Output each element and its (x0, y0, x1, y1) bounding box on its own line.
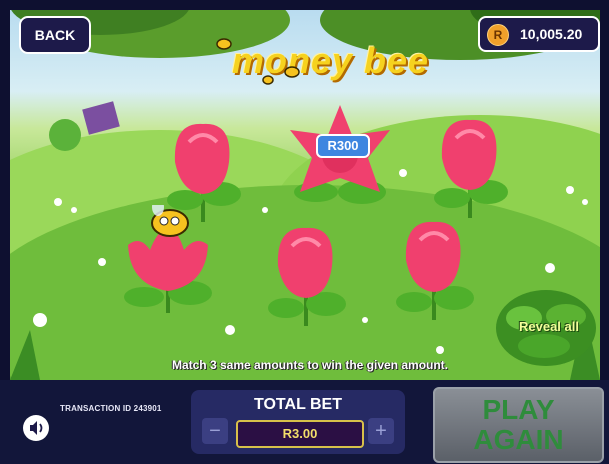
currency-coin-icon: R (487, 24, 509, 46)
decrease-bet-button[interactable]: − (202, 418, 228, 444)
instruction-text: Match 3 same amounts to win the given am… (171, 358, 449, 372)
speaker-icon (30, 421, 43, 435)
bee-icons (216, 38, 300, 85)
balance-display: R 10,005.20 (478, 16, 600, 52)
flower-bottom-center[interactable] (266, 226, 346, 336)
balance-amount: 10,005.20 (520, 26, 583, 42)
increase-bet-button[interactable]: + (368, 418, 394, 444)
sound-toggle-button[interactable] (23, 415, 49, 441)
bet-value: R3.00 (236, 420, 364, 448)
play-again-line1: PLAY (482, 394, 555, 425)
revealed-prize-badge: R300 (316, 134, 370, 158)
play-again-line2: AGAIN (473, 424, 564, 455)
play-again-button[interactable]: PLAY AGAIN (433, 387, 604, 463)
flower-bottom-left[interactable] (120, 205, 215, 315)
reveal-all-label: Reveal all (519, 319, 579, 334)
flower-bottom-right[interactable] (394, 220, 474, 330)
transaction-id: TRANSACTION ID 243901 (60, 404, 162, 413)
flower-top-right[interactable] (430, 118, 510, 228)
back-button[interactable]: BACK (19, 16, 91, 54)
game-screen: BACK R 10,005.20 money bee R300 Reveal a… (0, 0, 609, 464)
total-bet-label: TOTAL BET (254, 396, 342, 413)
